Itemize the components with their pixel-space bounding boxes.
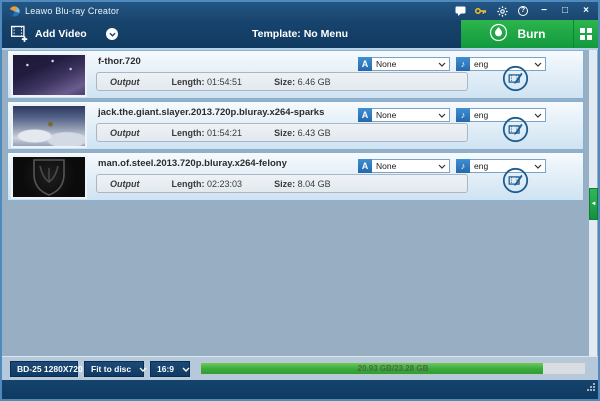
size-label: Size:: [274, 127, 296, 138]
template-grid-button[interactable]: [573, 20, 598, 48]
main-toolbar: Add Video Template: No Menu Burn: [2, 20, 598, 48]
length-value: 01:54:51: [207, 76, 243, 87]
fit-mode-value: Fit to disc: [91, 364, 132, 374]
aspect-ratio-value: 16:9: [157, 364, 175, 374]
grid-icon: [580, 28, 592, 40]
subtitle-value: None: [376, 161, 397, 171]
subtitle-dropdown[interactable]: A None: [358, 57, 450, 71]
chevron-down-icon: [438, 62, 446, 67]
chevron-down-icon: [438, 164, 446, 169]
burn-button[interactable]: Burn: [461, 20, 573, 48]
close-button[interactable]: ×: [580, 5, 592, 17]
chevron-down-icon: [534, 113, 542, 118]
chevron-down-icon: [139, 367, 147, 372]
edit-video-button[interactable]: [502, 167, 529, 194]
disc-type-value: BD-25 1280X720: [17, 364, 83, 374]
subtitle-value: None: [376, 110, 397, 120]
length-value: 01:54:21: [207, 127, 243, 138]
output-info-bar: Output Length: 01:54:21 Size: 6.43 GB: [96, 123, 468, 142]
window-title: Leawo Blu-ray Creator: [25, 6, 120, 16]
size-label: Size:: [274, 178, 296, 189]
output-label: Output: [110, 127, 140, 138]
video-row[interactable]: f-thor.720 Output Length: 01:54:51 Size:…: [7, 50, 584, 99]
subtitle-dropdown[interactable]: A None: [358, 108, 450, 122]
audio-dropdown[interactable]: ♪ eng: [456, 57, 546, 71]
template-menu-label[interactable]: Template: No Menu: [252, 20, 348, 48]
resize-grip[interactable]: [587, 379, 596, 397]
video-thumbnail: [11, 104, 87, 148]
help-icon[interactable]: ?: [517, 5, 529, 17]
aspect-ratio-dropdown[interactable]: 16:9: [150, 361, 190, 377]
capacity-progress-text: 20.93 GB/23.28 GB: [357, 364, 429, 373]
app-logo-icon: [8, 5, 20, 17]
chevron-down-icon: [534, 62, 542, 67]
fit-mode-dropdown[interactable]: Fit to disc: [84, 361, 147, 377]
expand-panel-handle[interactable]: ◄: [589, 188, 598, 220]
audio-icon: ♪: [456, 108, 470, 122]
subtitle-icon: A: [358, 57, 372, 71]
video-thumbnail: [11, 53, 87, 97]
size-value: 6.43 GB: [297, 127, 331, 138]
length-label: Length:: [171, 127, 205, 138]
bottom-settings-bar: BD-25 1280X720 Fit to disc 16:9 20.93 GB…: [2, 356, 598, 380]
burn-button-label: Burn: [517, 27, 546, 41]
audio-dropdown[interactable]: ♪ eng: [456, 108, 546, 122]
output-info-bar: Output Length: 02:23:03 Size: 8.04 GB: [96, 174, 468, 193]
status-footer: [2, 380, 598, 399]
subtitle-dropdown[interactable]: A None: [358, 159, 450, 173]
capacity-progress-bar: 20.93 GB/23.28 GB: [200, 362, 586, 375]
maximize-button[interactable]: □: [559, 5, 571, 17]
arrow-left-icon: ◄: [590, 201, 597, 207]
length-value: 02:23:03: [207, 178, 243, 189]
size-label: Size:: [274, 76, 296, 87]
chevron-down-icon: [534, 164, 542, 169]
add-video-dropdown-icon[interactable]: [106, 28, 118, 40]
wb-shield-logo: [33, 159, 65, 196]
video-title: f-thor.720: [98, 56, 141, 67]
subtitle-value: None: [376, 59, 397, 69]
app-window: Leawo Blu-ray Creator ? − □ × Add Video …: [0, 0, 600, 401]
video-list-panel: f-thor.720 Output Length: 01:54:51 Size:…: [2, 48, 598, 356]
add-video-label: Add Video: [35, 28, 87, 40]
size-value: 6.46 GB: [297, 76, 331, 87]
register-key-icon[interactable]: [475, 5, 487, 17]
output-label: Output: [110, 76, 140, 87]
size-value: 8.04 GB: [297, 178, 331, 189]
subtitle-icon: A: [358, 108, 372, 122]
length-label: Length:: [171, 76, 205, 87]
minimize-button[interactable]: −: [538, 5, 550, 17]
output-info-bar: Output Length: 01:54:51 Size: 6.46 GB: [96, 72, 468, 91]
video-title: man.of.steel.2013.720p.bluray.x264-felon…: [98, 158, 287, 169]
edit-video-button[interactable]: [502, 116, 529, 143]
video-title: jack.the.giant.slayer.2013.720p.bluray.x…: [98, 107, 325, 118]
video-row[interactable]: man.of.steel.2013.720p.bluray.x264-felon…: [7, 152, 584, 201]
audio-icon: ♪: [456, 159, 470, 173]
disc-type-dropdown[interactable]: BD-25 1280X720: [10, 361, 99, 377]
feedback-icon[interactable]: [454, 5, 466, 17]
video-row[interactable]: jack.the.giant.slayer.2013.720p.bluray.x…: [7, 101, 584, 150]
audio-dropdown[interactable]: ♪ eng: [456, 159, 546, 173]
chevron-down-icon: [438, 113, 446, 118]
add-video-button[interactable]: Add Video: [10, 20, 87, 48]
video-thumbnail: [11, 155, 87, 199]
add-video-film-icon: [10, 24, 28, 45]
subtitle-icon: A: [358, 159, 372, 173]
chevron-down-icon: [182, 367, 190, 372]
title-bar: Leawo Blu-ray Creator ? − □ ×: [2, 2, 598, 20]
length-label: Length:: [171, 178, 205, 189]
edit-video-button[interactable]: [502, 65, 529, 92]
output-label: Output: [110, 178, 140, 189]
audio-icon: ♪: [456, 57, 470, 71]
settings-gear-icon[interactable]: [496, 5, 508, 17]
flame-icon: [489, 23, 508, 45]
